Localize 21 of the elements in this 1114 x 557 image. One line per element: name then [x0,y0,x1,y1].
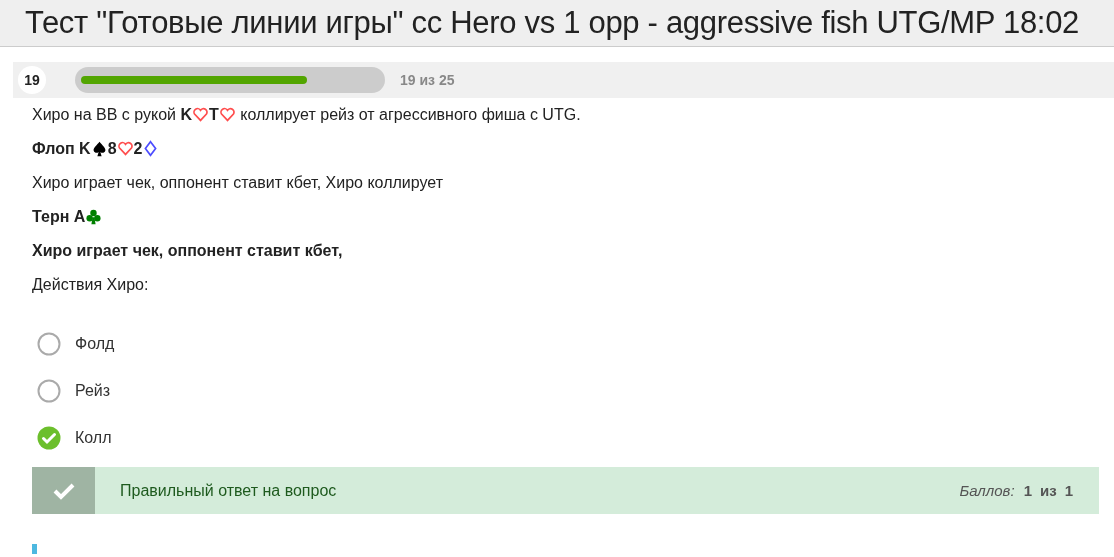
question-text: Хиро на BB с рукой K T коллирует рейз от агрессивного фиша с UTG. [32,104,582,126]
question-text: Флоп K 8 2 [32,132,1114,166]
option-label[interactable]: Фолд [75,334,115,353]
option-label[interactable]: Колл [75,428,112,447]
progress-label: 19 из 25 [400,72,455,88]
score-separator: из [1039,482,1057,499]
question-text: Хиро играет чек, оппонент ставит кбет, Хиро коллирует [32,173,444,193]
option-label[interactable]: Рейз [75,381,111,400]
question-number: 19 [18,66,46,94]
score-label: Баллов: [959,482,1015,499]
score-max: 1 [1064,482,1073,499]
question-text: Терн A [32,200,1114,234]
window-title: Тест "Готовые линии игры" cc Hero vs 1 opp - aggressive fish UTG/MP 18:02 [25,5,1080,41]
score-value: 1 [1023,482,1032,499]
radio-button[interactable] [37,331,61,356]
accent-mark [32,544,37,554]
question-text: Хиро играет чек, оппонент ставит кбет, [32,241,344,261]
feedback-message: Правильный ответ на вопрос [120,481,338,500]
radio-button[interactable] [37,378,61,403]
check-icon[interactable] [37,425,61,450]
question-text: Действия Хиро: [32,275,150,295]
